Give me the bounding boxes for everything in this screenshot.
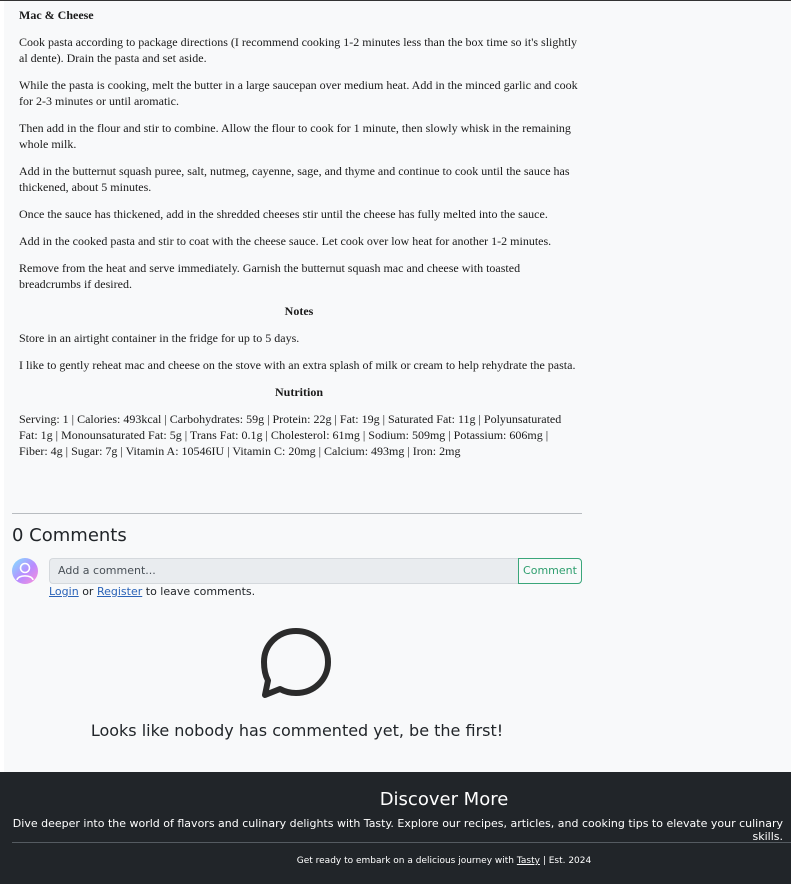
instruction-step: Remove from the heat and serve immediate…	[19, 261, 521, 291]
instruction-step: Cook pasta according to package directio…	[19, 35, 578, 65]
footer-divider	[12, 842, 791, 843]
nutrition-facts: Serving: 1 | Calories: 493kcal | Carbohy…	[19, 412, 562, 458]
note-item: I like to gently reheat mac and cheese o…	[19, 358, 576, 372]
notes-title: Notes	[284, 304, 314, 318]
or-text: or	[82, 585, 94, 598]
section-title: Mac & Cheese	[19, 8, 94, 22]
instruction-step: Once the sauce has thickened, add in the…	[19, 207, 548, 221]
section-divider	[12, 513, 582, 514]
note-item: Store in an airtight container in the fr…	[19, 331, 300, 345]
site-footer: Discover More Dive deeper into the world…	[0, 772, 791, 884]
instruction-step: Add in the cooked pasta and stir to coat…	[19, 234, 552, 248]
instruction-step: Then add in the flour and stir to combin…	[19, 121, 571, 151]
recipe-instructions: Mac & Cheese Cook pasta according to pac…	[19, 7, 579, 470]
footer-brand-link[interactable]: Tasty	[517, 856, 540, 866]
comment-submit-button[interactable]: Comment	[518, 558, 582, 584]
register-link[interactable]: Register	[97, 585, 142, 598]
login-prompt: Login or Register to leave comments.	[49, 585, 255, 598]
login-link[interactable]: Login	[49, 585, 79, 598]
instruction-step: While the pasta is cooking, melt the but…	[19, 78, 578, 108]
footer-copyright: Get ready to embark on a delicious journ…	[250, 856, 638, 866]
chat-bubble-icon	[258, 625, 334, 701]
empty-comments-message: Looks like nobody has commented yet, be …	[90, 721, 504, 740]
footer-title: Discover More	[379, 789, 509, 810]
footer-tagline: Dive deeper into the world of flavors an…	[12, 817, 783, 843]
instruction-step: Add in the butternut squash puree, salt,…	[19, 164, 570, 194]
footer-copy-suffix: | Est. 2024	[542, 856, 592, 866]
comment-input[interactable]: Add a comment...	[49, 558, 519, 584]
user-avatar-icon	[12, 558, 38, 584]
nutrition-title: Nutrition	[275, 385, 323, 399]
comments-count-title: 0 Comments	[12, 525, 127, 546]
footer-copy-prefix: Get ready to embark on a delicious journ…	[296, 856, 514, 866]
login-suffix-text: to leave comments.	[145, 585, 256, 598]
